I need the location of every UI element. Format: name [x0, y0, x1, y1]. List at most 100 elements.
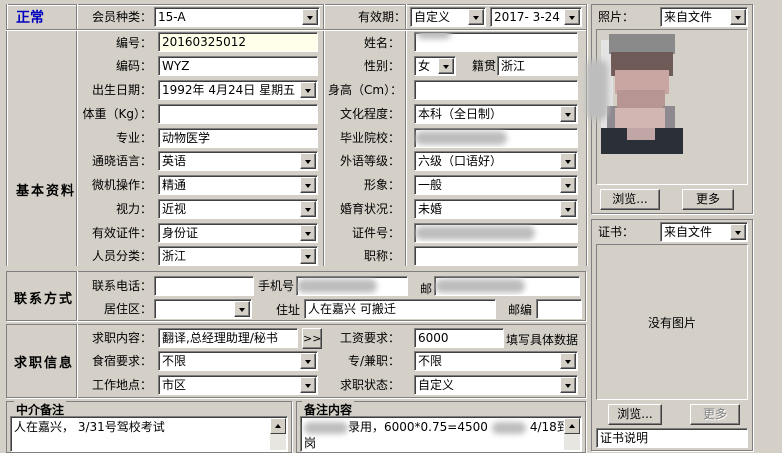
cert-source-select[interactable]: 来自文件 [660, 222, 748, 242]
pc-label: 微机操作： [91, 178, 152, 192]
chevron-down-icon[interactable] [564, 9, 580, 25]
redacted-blur [297, 279, 377, 293]
chevron-down-icon[interactable] [730, 9, 746, 25]
id-no-field[interactable]: 20160325012 [158, 32, 318, 52]
job-content-expand-button[interactable]: >> [302, 328, 322, 349]
remark-text-1: 录用，6000*0.75=4500 [348, 420, 488, 434]
redacted-blur [586, 60, 608, 120]
validity-mode-value: 自定义 [414, 10, 451, 24]
school-field[interactable] [414, 128, 578, 148]
agency-note-textarea[interactable]: 人在嘉兴， 3/31号驾校考试 [10, 416, 288, 452]
chevron-down-icon[interactable] [302, 9, 318, 25]
cert-more-button[interactable]: 更多 [690, 404, 740, 425]
photo-source-select[interactable]: 来自文件 [660, 7, 748, 27]
chevron-down-icon[interactable] [300, 82, 316, 98]
height-label: 身高（Cm）： [328, 83, 400, 97]
scrollbar[interactable] [270, 418, 286, 450]
chevron-down-icon[interactable] [468, 9, 484, 25]
district-select[interactable] [154, 299, 252, 319]
doc-select[interactable]: 身份证 [158, 223, 318, 243]
validity-date-value: 2017- 3-24 [494, 10, 560, 24]
id-no-label: 编号： [115, 36, 152, 50]
chevron-down-icon[interactable] [560, 153, 576, 169]
vision-select[interactable]: 近视 [158, 199, 318, 219]
job-content-field[interactable]: 翻译,总经理助理/秘书 [158, 328, 298, 348]
photo-more-button[interactable]: 更多 [682, 189, 734, 210]
chevron-down-icon[interactable] [300, 153, 316, 169]
chevron-down-icon[interactable] [300, 201, 316, 217]
chevron-down-icon[interactable] [560, 353, 576, 369]
mobile-field[interactable] [296, 276, 408, 296]
gender-select[interactable]: 女 [414, 56, 456, 76]
height-field[interactable] [414, 80, 578, 100]
phone-field[interactable] [154, 276, 254, 296]
chevron-down-icon[interactable] [234, 301, 250, 317]
chevron-down-icon[interactable] [300, 377, 316, 393]
cert-label: 证书： [598, 225, 635, 239]
name-field[interactable] [414, 32, 578, 52]
district-label: 居住区： [103, 302, 152, 316]
fulltime-select[interactable]: 不限 [414, 351, 578, 371]
scroll-up-icon[interactable] [270, 418, 286, 434]
board-select[interactable]: 不限 [158, 351, 318, 371]
chevron-down-icon[interactable] [560, 201, 576, 217]
native-field[interactable]: 浙江 [497, 56, 578, 76]
address-field[interactable]: 人在嘉兴 可搬迁 [304, 299, 496, 319]
marital-select[interactable]: 未婚 [414, 199, 578, 219]
chevron-down-icon[interactable] [560, 377, 576, 393]
job-state-value: 自定义 [418, 378, 455, 392]
chevron-down-icon[interactable] [560, 106, 576, 122]
id-num-field[interactable] [414, 223, 578, 243]
location-select[interactable]: 市区 [158, 375, 318, 395]
section-basic-title: 基本资料 [16, 184, 77, 199]
chevron-down-icon[interactable] [300, 225, 316, 241]
remark-textarea[interactable]: 录用，6000*0.75=4500 4/18到岗 [300, 416, 582, 452]
redacted-blur [415, 226, 535, 240]
image-select[interactable]: 一般 [414, 175, 578, 195]
redacted-blur [417, 33, 451, 39]
category-select[interactable]: 浙江 [158, 246, 318, 266]
email-field[interactable] [434, 276, 580, 296]
validity-label: 有效期： [357, 10, 406, 24]
code-field[interactable]: WYZ [158, 56, 318, 76]
chevron-down-icon[interactable] [730, 224, 746, 240]
major-label: 专业： [115, 131, 152, 145]
chevron-down-icon[interactable] [438, 58, 454, 74]
birth-label: 出生日期： [91, 83, 152, 97]
chevron-down-icon[interactable] [560, 177, 576, 193]
photo-source-value: 来自文件 [664, 10, 713, 24]
cert-empty-text: 没有图片 [647, 315, 696, 330]
validity-mode-select[interactable]: 自定义 [410, 7, 486, 27]
chevron-down-icon[interactable] [300, 177, 316, 193]
scrollbar[interactable] [564, 418, 580, 450]
title-field[interactable] [414, 246, 578, 266]
chevron-down-icon[interactable] [300, 353, 316, 369]
remark-text-3: 岗 [304, 436, 317, 450]
lang-level-select[interactable]: 六级（口语好） [414, 151, 578, 171]
marital-value: 未婚 [418, 202, 443, 216]
mobile-label: 手机号 [257, 279, 294, 293]
chevron-down-icon[interactable] [300, 248, 316, 264]
birth-date-picker[interactable]: 1992年 4月24日 星期五 [158, 80, 318, 100]
validity-date-picker[interactable]: 2017- 3-24 [490, 7, 582, 27]
lang-select[interactable]: 英语 [158, 151, 318, 171]
pc-select[interactable]: 精通 [158, 175, 318, 195]
weight-field[interactable] [158, 104, 318, 124]
edu-select[interactable]: 本科（全日制） [414, 104, 578, 124]
scroll-up-icon[interactable] [564, 418, 580, 434]
cert-image-box: 没有图片 [596, 244, 748, 400]
salary-field[interactable]: 6000 [414, 328, 504, 348]
pc-value: 精通 [162, 178, 187, 192]
member-type-select[interactable]: 15-A [154, 7, 320, 27]
email-label: 邮 [420, 282, 433, 296]
photo-browse-button[interactable]: 浏览... [600, 189, 660, 210]
job-state-select[interactable]: 自定义 [414, 375, 578, 395]
school-label: 毕业院校： [339, 131, 400, 145]
cert-caption-field[interactable]: 证书说明 [596, 428, 748, 448]
native-label: 籍贯 [471, 59, 496, 73]
weight-label: 体重（Kg）： [82, 107, 153, 121]
lang-value: 英语 [162, 154, 187, 168]
cert-browse-button[interactable]: 浏览... [608, 404, 662, 425]
postcode-field[interactable] [536, 299, 582, 319]
major-field[interactable]: 动物医学 [158, 128, 318, 148]
